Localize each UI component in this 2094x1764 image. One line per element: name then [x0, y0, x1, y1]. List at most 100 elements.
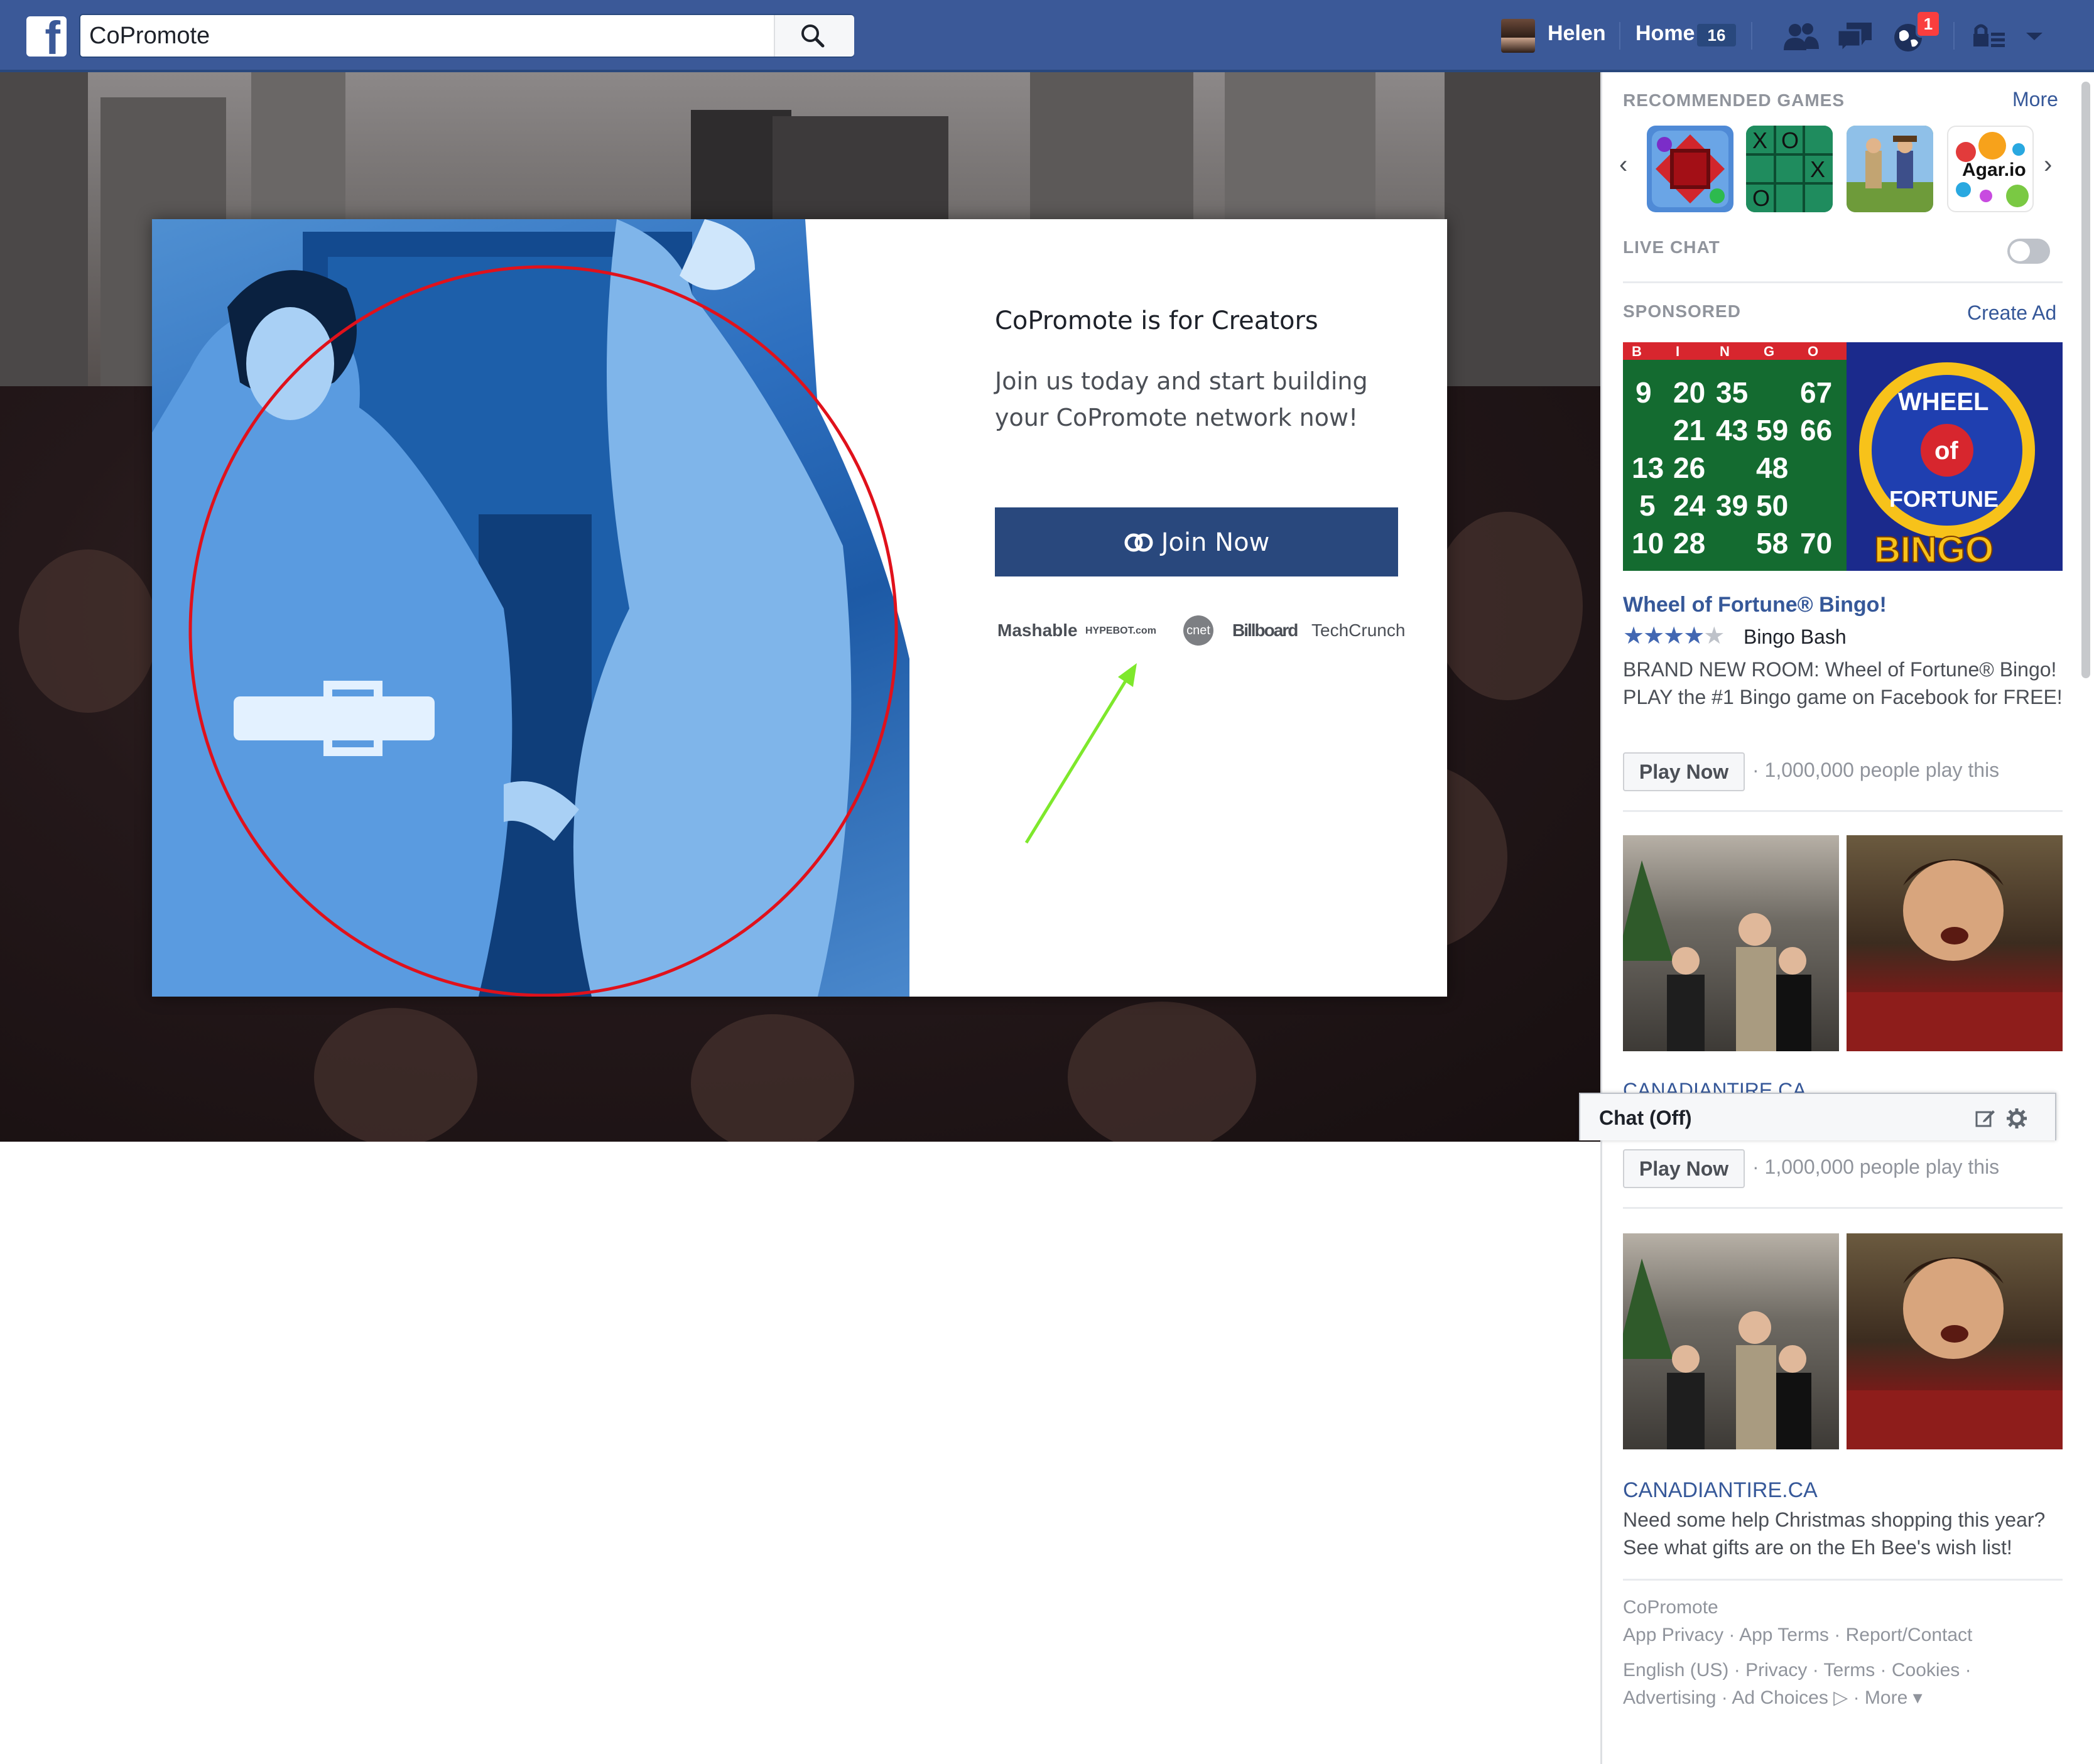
caret-down-icon: ▾ — [1907, 1687, 1923, 1708]
join-now-button[interactable]: Join Now — [995, 507, 1398, 576]
crowd-figure — [1432, 512, 1583, 700]
cookies-link[interactable]: Cookies — [1892, 1660, 1960, 1680]
search-icon — [801, 24, 825, 48]
ad-choices-icon: ▷ — [1828, 1687, 1848, 1708]
chat-settings-gear-icon[interactable] — [2006, 1108, 2027, 1129]
search-button[interactable] — [774, 15, 854, 57]
report-contact-link[interactable]: Report/Contact — [1846, 1625, 1973, 1645]
create-ad-link[interactable]: Create Ad — [1967, 301, 2056, 325]
search-input[interactable] — [89, 20, 755, 51]
star-icon: ★ — [1703, 623, 1725, 649]
game-tile-cowboy[interactable] — [1847, 126, 1933, 212]
annotation-circle — [188, 265, 898, 997]
ad-thumbnail-store[interactable] — [1623, 835, 1839, 1051]
footer-app-name[interactable]: CoPromote — [1623, 1594, 1718, 1621]
account-menu-chevron-icon[interactable] — [2025, 30, 2044, 43]
section-divider — [1623, 1579, 2063, 1581]
bingo-number: 10 — [1632, 527, 1664, 560]
ad-thumbnail-boy[interactable] — [1847, 1233, 2063, 1449]
nav-divider — [1953, 22, 1955, 50]
modal-heading: CoPromote is for Creators — [995, 306, 1318, 335]
bingo-number: 20 — [1673, 376, 1705, 409]
chevron-left-icon[interactable]: ‹ — [1619, 151, 1627, 179]
privacy-shortcuts-icon[interactable] — [1970, 19, 2009, 54]
crowd-figure — [1068, 1002, 1256, 1142]
play-now-button[interactable]: Play Now — [1623, 752, 1745, 791]
ad-thumbnail-boy[interactable] — [1847, 835, 2063, 1051]
tile-glyph: X — [1752, 127, 1767, 153]
agar-io-game-icon: Agar.io — [1956, 132, 2029, 207]
annotation-arrow — [1024, 663, 1137, 844]
ad-domain-partial[interactable]: CANADIANTIRE.CA — [1623, 1079, 2012, 1093]
ad-title[interactable]: Wheel of Fortune® Bingo! — [1623, 593, 1887, 617]
section-divider — [1623, 810, 2063, 812]
notification-count-badge: 1 — [1916, 10, 1941, 38]
game-tile-red-cube[interactable] — [1647, 126, 1733, 212]
privacy-link[interactable]: Privacy — [1745, 1660, 1807, 1680]
bingo-letter: B — [1632, 344, 1642, 359]
play-now-button[interactable]: Play Now — [1623, 1149, 1745, 1188]
ad-choices-link[interactable]: Ad Choices — [1732, 1687, 1828, 1708]
home-link[interactable]: Home — [1636, 21, 1695, 46]
tic-tac-toe-game-icon: X O X O — [1746, 126, 1833, 212]
boy-scene-illustration — [1847, 1257, 2063, 1449]
play-count-note: · 1,000,000 people play this — [1752, 759, 2000, 781]
chevron-right-icon[interactable]: › — [2044, 151, 2052, 179]
tile-glyph: X — [1810, 156, 1825, 182]
wheel-text: of — [1934, 437, 1958, 465]
terms-link[interactable]: Terms — [1824, 1660, 1875, 1680]
press-logo-techcrunch: TechCrunch — [1311, 620, 1406, 640]
advertising-link[interactable]: Advertising — [1623, 1687, 1716, 1708]
friend-requests-icon[interactable] — [1781, 19, 1820, 54]
footer-links-row-1: App Privacy · App Terms · Report/Contact — [1623, 1625, 1973, 1645]
modal-hero-photo — [152, 219, 909, 997]
bingo-number: 43 — [1716, 414, 1748, 446]
scrollbar[interactable] — [2081, 82, 2090, 678]
home-count-badge: 16 — [1697, 24, 1736, 46]
game-tile-agar-io[interactable]: Agar.io — [1947, 126, 2034, 212]
nav-divider — [1619, 22, 1620, 50]
store-scene-illustration — [1623, 860, 1811, 1051]
bingo-letter: G — [1764, 344, 1774, 359]
bingo-number: 26 — [1673, 452, 1705, 484]
bingo-number: 24 — [1673, 489, 1706, 522]
ad-thumbnail-store[interactable] — [1623, 1233, 1839, 1449]
bingo-letter: N — [1720, 344, 1730, 359]
join-now-label: Join Now — [1161, 528, 1270, 557]
game-tile-tic-tac-toe[interactable]: X O X O — [1746, 126, 1833, 212]
app-privacy-link[interactable]: App Privacy — [1623, 1625, 1723, 1645]
press-logo-hypebot: HYPEBOT.com — [1085, 625, 1156, 636]
profile-link[interactable]: Helen — [1548, 21, 1606, 46]
bingo-number: 9 — [1636, 376, 1652, 409]
games-more-link[interactable]: More — [2012, 88, 2058, 111]
wheel-text: FORTUNE — [1889, 486, 1999, 512]
ad-subtitle: Bingo Bash — [1744, 625, 1847, 648]
press-logo-cnet: cnet — [1183, 615, 1213, 646]
press-logo-billboard: Billboard — [1232, 620, 1298, 640]
user-avatar[interactable] — [1501, 19, 1535, 53]
cowboy-game-icon — [1847, 126, 1933, 212]
app-terms-link[interactable]: App Terms — [1739, 1625, 1829, 1645]
red-cube-game-icon — [1652, 131, 1728, 207]
star-icon: ★★★★ — [1623, 623, 1705, 649]
bingo-number: 59 — [1756, 414, 1788, 446]
chat-status-label[interactable]: Chat (Off) — [1599, 1107, 1692, 1130]
bingo-number: 48 — [1756, 452, 1788, 484]
bingo-number: 67 — [1800, 376, 1832, 409]
agar-io-label: Agar.io — [1962, 160, 2026, 180]
store-scene-illustration — [1623, 1258, 1811, 1449]
ad-domain-link[interactable]: CANADIANTIRE.CA — [1623, 1478, 1818, 1503]
section-divider — [1623, 1207, 2063, 1209]
wheel-of-fortune-bingo-ad-image[interactable]: 9 20 35 67 21 43 59 66 13 26 48 5 24 39 … — [1623, 342, 2063, 571]
footer-more-link[interactable]: More — [1865, 1687, 1907, 1708]
bingo-number: 13 — [1632, 452, 1664, 484]
messages-icon[interactable] — [1835, 19, 1874, 54]
language-link[interactable]: English (US) — [1623, 1660, 1728, 1680]
bingo-number: 58 — [1756, 527, 1788, 560]
facebook-logo[interactable]: f — [26, 15, 67, 62]
bingo-number: 35 — [1716, 376, 1748, 409]
live-chat-label: LIVE CHAT — [1623, 237, 1720, 257]
modal-body-text: Join us today and start building your Co… — [995, 367, 1368, 431]
toggle-knob — [2010, 241, 2030, 261]
new-message-icon[interactable] — [1975, 1108, 1996, 1129]
